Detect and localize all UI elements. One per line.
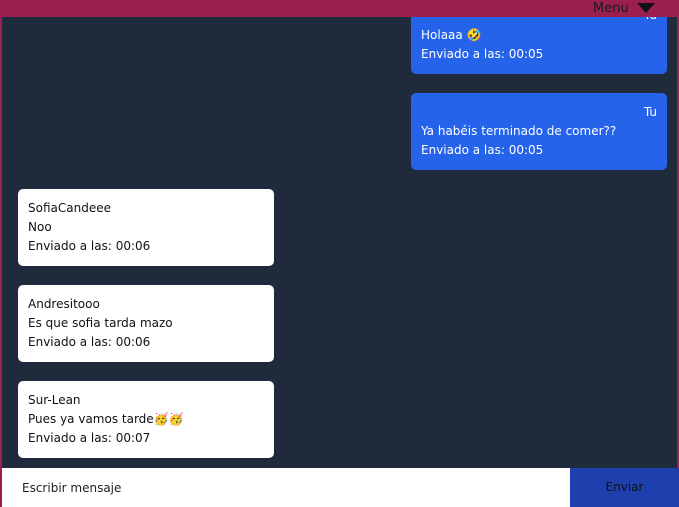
message-text: Holaaa 🤣 — [421, 28, 482, 42]
message-time: Enviado a las: 00:06 — [28, 239, 151, 253]
message-input[interactable] — [2, 468, 570, 507]
message-author: Tu — [643, 105, 657, 119]
message-author: Sur-Lean — [28, 393, 81, 407]
message-bubble-own: Tu Ya habéis terminado de comer?? Enviad… — [411, 93, 667, 170]
message-list[interactable]: Tu Holaaa 🤣 Enviado a las: 00:05 Tu Ya h… — [0, 0, 679, 467]
message-bubble-other: Andresitooo Es que sofia tarda mazo Envi… — [18, 285, 274, 362]
message-time: Enviado a las: 00:06 — [28, 335, 151, 349]
message-time: Enviado a las: 00:05 — [421, 143, 544, 157]
message-author: Andresitooo — [28, 297, 100, 311]
top-bar: Menu — [0, 0, 679, 17]
message-bubble-other: Sur-Lean Pues ya vamos tarde🥳🥳 Enviado a… — [18, 381, 274, 458]
message-text: Noo — [28, 220, 52, 234]
send-button[interactable]: Enviar — [570, 468, 679, 507]
message-author: SofiaCandeee — [28, 201, 111, 215]
caret-down-icon[interactable] — [637, 3, 655, 13]
chat-window: Tu Holaaa 🤣 Enviado a las: 00:05 Tu Ya h… — [0, 0, 679, 507]
message-text: Ya habéis terminado de comer?? — [421, 124, 617, 138]
menu-button-label[interactable]: Menu — [593, 0, 629, 17]
message-bubble-other: SofiaCandeee Noo Enviado a las: 00:06 — [18, 189, 274, 266]
message-composer — [2, 468, 570, 507]
message-time: Enviado a las: 00:05 — [421, 47, 544, 61]
message-text: Es que sofia tarda mazo — [28, 316, 173, 330]
message-time: Enviado a las: 00:07 — [28, 431, 151, 445]
message-text: Pues ya vamos tarde🥳🥳 — [28, 412, 184, 426]
